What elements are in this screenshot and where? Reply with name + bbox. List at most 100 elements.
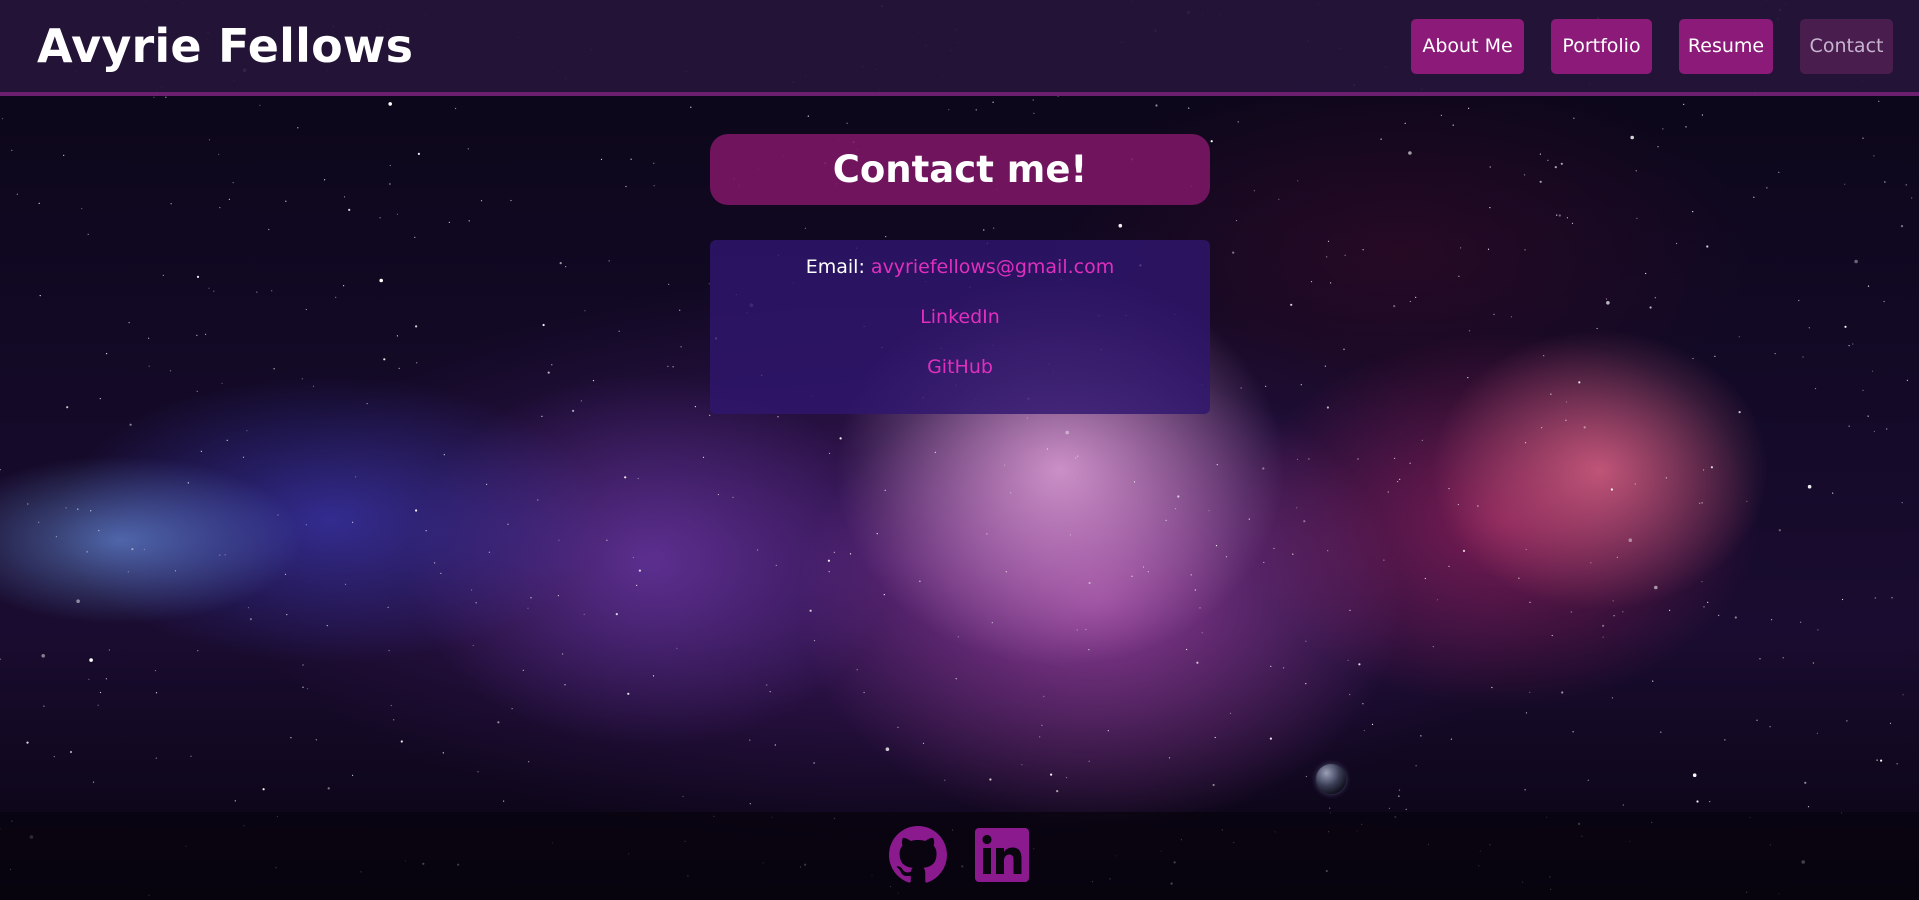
star xyxy=(1270,665,1272,668)
star xyxy=(477,771,479,773)
star xyxy=(813,640,816,642)
star xyxy=(749,803,751,805)
star xyxy=(1050,773,1053,776)
star xyxy=(1685,126,1687,128)
star xyxy=(155,692,158,694)
star xyxy=(1457,503,1459,506)
star xyxy=(99,398,101,400)
star xyxy=(1487,248,1490,250)
star xyxy=(440,572,442,575)
star xyxy=(1554,166,1557,169)
star xyxy=(306,688,309,690)
github-icon[interactable] xyxy=(889,826,947,884)
star xyxy=(205,333,207,335)
star xyxy=(1303,520,1306,523)
star xyxy=(1800,621,1802,623)
star xyxy=(366,403,368,405)
star xyxy=(527,607,529,609)
star xyxy=(922,742,925,745)
linkedin-link[interactable]: LinkedIn xyxy=(920,306,1000,328)
star xyxy=(315,739,317,741)
star xyxy=(636,584,638,587)
star xyxy=(652,675,655,677)
star xyxy=(1543,355,1545,357)
star xyxy=(1848,425,1850,427)
site-title: Avyrie Fellows xyxy=(37,19,414,73)
star xyxy=(284,573,287,575)
nav-about-me[interactable]: About Me xyxy=(1411,18,1524,74)
star xyxy=(1458,275,1460,277)
email-link[interactable]: avyriefellows@gmail.com xyxy=(871,256,1114,278)
star xyxy=(559,262,562,265)
star xyxy=(1738,336,1740,338)
star xyxy=(400,740,403,743)
star xyxy=(1225,556,1228,558)
star xyxy=(89,658,93,662)
star xyxy=(1214,736,1216,739)
star xyxy=(1654,297,1656,299)
nav-portfolio[interactable]: Portfolio xyxy=(1551,18,1652,74)
star xyxy=(1409,462,1411,464)
star xyxy=(955,678,957,680)
star xyxy=(1308,458,1310,460)
star xyxy=(1468,330,1471,332)
star xyxy=(528,761,530,763)
star xyxy=(1883,300,1885,303)
github-link[interactable]: GitHub xyxy=(927,356,993,378)
star xyxy=(208,139,211,141)
star xyxy=(218,153,220,155)
star xyxy=(1706,245,1709,248)
star xyxy=(856,669,858,671)
star xyxy=(1854,259,1858,264)
star xyxy=(11,149,13,151)
star xyxy=(1,118,4,120)
star xyxy=(344,583,347,585)
star xyxy=(1489,166,1491,168)
star xyxy=(1493,313,1495,315)
star xyxy=(187,482,189,484)
star xyxy=(396,213,398,215)
star xyxy=(471,589,473,591)
star xyxy=(69,750,73,754)
star xyxy=(1199,607,1201,609)
github-row: GitHub xyxy=(710,356,1210,378)
star xyxy=(507,523,509,525)
star xyxy=(1539,180,1542,183)
star xyxy=(948,109,950,111)
star xyxy=(1862,137,1864,139)
nav-contact[interactable]: Contact xyxy=(1800,18,1893,74)
star xyxy=(1190,574,1192,576)
star xyxy=(1871,370,1874,372)
star xyxy=(537,499,539,501)
star xyxy=(131,548,134,551)
nav-resume[interactable]: Resume xyxy=(1679,18,1773,74)
star xyxy=(1065,430,1069,435)
star xyxy=(442,752,444,754)
star xyxy=(290,737,292,739)
star xyxy=(1817,629,1819,631)
star xyxy=(608,260,610,262)
star xyxy=(934,451,936,453)
star xyxy=(1878,100,1880,102)
star xyxy=(717,493,720,496)
star xyxy=(1550,393,1552,395)
star xyxy=(379,278,384,283)
star xyxy=(1394,457,1396,459)
star xyxy=(1611,697,1613,699)
star xyxy=(1468,107,1470,109)
star xyxy=(1362,703,1364,705)
star xyxy=(774,744,776,746)
star xyxy=(511,708,513,710)
star xyxy=(702,456,705,458)
star xyxy=(1491,686,1493,689)
star xyxy=(1409,300,1411,303)
star xyxy=(1622,611,1624,613)
linkedin-icon[interactable] xyxy=(973,826,1031,884)
star xyxy=(690,106,692,108)
star xyxy=(769,691,771,693)
star xyxy=(396,335,398,337)
star xyxy=(1606,301,1610,305)
star xyxy=(1616,556,1618,558)
star xyxy=(606,539,608,541)
star xyxy=(1032,99,1034,101)
